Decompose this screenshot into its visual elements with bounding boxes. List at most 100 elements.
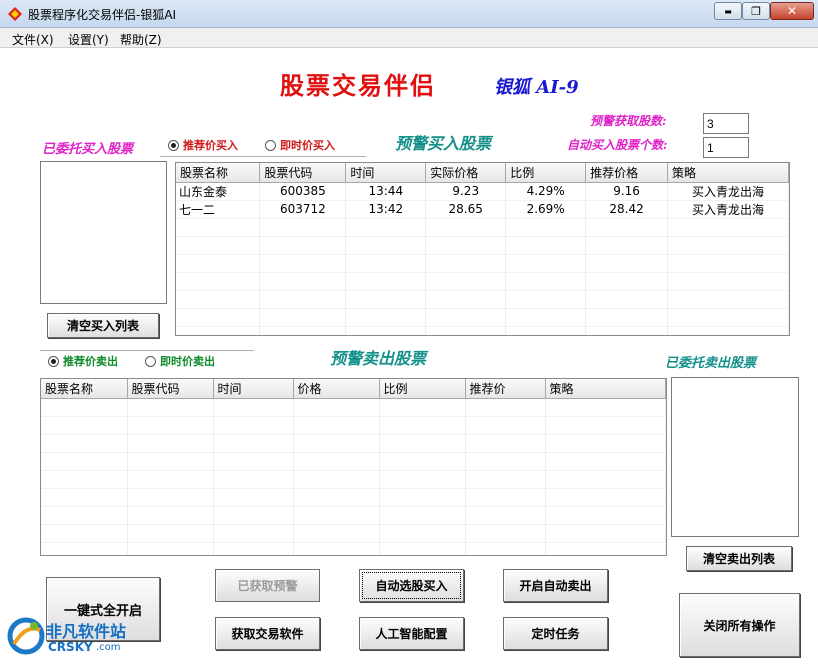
watermark-brand: 非凡软件站 [46,622,127,641]
sell-table-cell [293,452,380,471]
auto-buy-count-input[interactable] [703,137,749,158]
buy-table-cell [505,272,587,291]
sell-col-header[interactable]: 比例 [379,379,466,399]
menu-file[interactable]: 文件(X) [12,31,54,48]
buy-col-header[interactable]: 比例 [505,163,587,183]
sell-table-row[interactable] [41,434,666,453]
sell-table-cell [465,416,546,435]
radio-sell-instant[interactable]: 即时价卖出 [145,353,215,369]
sell-col-header[interactable]: 股票代码 [127,379,214,399]
buy-table-cell [585,272,669,291]
sell-table-cell [379,488,466,507]
sell-table-row[interactable] [41,416,666,435]
buy-table-cell [345,290,427,309]
buy-col-header[interactable]: 实际价格 [425,163,507,183]
radio-sell-recommended[interactable]: 推荐价卖出 [48,353,118,369]
sell-alert-table[interactable]: 股票名称 股票代码 时间 价格 比例 推荐价 策略 [40,378,667,556]
buy-table-cell: 2.69% [505,200,587,219]
radio-buy-instant[interactable]: 即时价买入 [265,137,335,153]
buy-table-cell [345,272,427,291]
buy-table-cell [425,308,507,327]
buy-table-row[interactable] [176,326,789,335]
buy-table-row[interactable] [176,236,789,255]
sell-col-header[interactable]: 策略 [545,379,666,399]
sell-table-row[interactable] [41,398,666,417]
buy-table-cell: 9.16 [585,182,669,201]
auto-buy-count-label: 自动买入股票个数: [567,138,668,152]
menu-help[interactable]: 帮助(Z) [120,31,162,48]
sell-col-header[interactable]: 推荐价 [465,379,546,399]
radio-sell-recommended-label: 推荐价卖出 [63,355,118,368]
buy-table-cell [585,308,669,327]
clear-sell-list-button[interactable]: 清空卖出列表 [686,546,792,571]
sell-radio-group-line [40,350,254,351]
committed-buy-list[interactable] [40,161,167,304]
buy-alert-table[interactable]: 股票名称 股票代码 时间 实际价格 比例 推荐价格 策略 山东金泰 600385 13:44 9.… [175,162,790,336]
sell-table-cell [379,452,466,471]
close-icon: ✕ [786,4,798,18]
close-button[interactable]: ✕ [770,2,814,20]
auto-select-buy-button[interactable]: 自动选股买入 [359,569,464,602]
buy-table-row[interactable] [176,272,789,291]
sell-table-cell [545,398,666,417]
sell-table-header: 股票名称 股票代码 时间 价格 比例 推荐价 策略 [41,379,666,399]
sell-table-cell [213,488,294,507]
buy-table-cell: 七一二 [176,200,261,219]
sell-table-row[interactable] [41,542,666,555]
buy-col-header[interactable]: 时间 [345,163,427,183]
menu-settings[interactable]: 设置(Y) [68,31,109,48]
alert-count-input[interactable] [703,113,749,134]
alert-obtained-button[interactable]: 已获取预警 [215,569,320,602]
ai-config-button[interactable]: 人工智能配置 [359,617,464,650]
committed-sell-list[interactable] [671,377,799,537]
sell-table-cell [465,398,546,417]
maximize-button[interactable]: ❐ [742,2,770,20]
buy-table-row[interactable] [176,254,789,273]
sell-table-cell [379,470,466,489]
sell-col-header[interactable]: 时间 [213,379,294,399]
buy-table-row[interactable]: 山东金泰 600385 13:44 9.23 4.29% 9.16 买入青龙出海 [176,182,789,201]
sell-table-cell [127,470,214,489]
buy-table-cell [176,308,261,327]
buy-table-row[interactable] [176,290,789,309]
sell-table-row[interactable] [41,470,666,489]
buy-table-row[interactable] [176,218,789,237]
sell-col-header[interactable]: 价格 [293,379,380,399]
buy-table-cell: 9.23 [425,182,507,201]
buy-col-header[interactable]: 股票名称 [176,163,261,183]
timed-task-button[interactable]: 定时任务 [503,617,608,650]
buy-col-header[interactable]: 推荐价格 [585,163,669,183]
buy-table-cell [176,290,261,309]
crsky-watermark: 非凡软件站 CRSKY .com [6,612,154,660]
buy-table-cell [259,218,347,237]
sell-table-cell [545,542,666,555]
buy-table-cell: 28.65 [425,200,507,219]
get-trading-software-button[interactable]: 获取交易软件 [215,617,320,650]
buy-table-cell [425,272,507,291]
close-all-button[interactable]: 关闭所有操作 [679,593,800,657]
app-diamond-icon [8,7,22,21]
sell-table-cell [545,488,666,507]
clear-buy-list-button[interactable]: 清空买入列表 [47,313,159,338]
sell-table-row[interactable] [41,452,666,471]
sell-table-row[interactable] [41,488,666,507]
buy-table-row[interactable] [176,308,789,327]
sell-table-cell [465,542,546,555]
sell-col-header[interactable]: 股票名称 [41,379,128,399]
auto-sell-button[interactable]: 开启自动卖出 [503,569,608,602]
buy-table-cell [259,236,347,255]
minimize-button[interactable]: ▬ [714,2,742,20]
buy-table-cell [585,326,669,335]
buy-col-header[interactable]: 策略 [667,163,789,183]
sell-table-cell [379,542,466,555]
buy-col-header[interactable]: 股票代码 [259,163,347,183]
buy-table-cell [345,236,427,255]
sell-table-row[interactable] [41,524,666,543]
crsky-logo-icon [7,617,45,655]
buy-table-row[interactable]: 七一二 603712 13:42 28.65 2.69% 28.42 买入青龙出海 [176,200,789,219]
sell-table-cell [465,488,546,507]
radio-buy-recommended[interactable]: 推荐价买入 [168,137,238,153]
watermark-domain: CRSKY [48,640,93,654]
buy-table-cell [425,236,507,255]
sell-table-row[interactable] [41,506,666,525]
